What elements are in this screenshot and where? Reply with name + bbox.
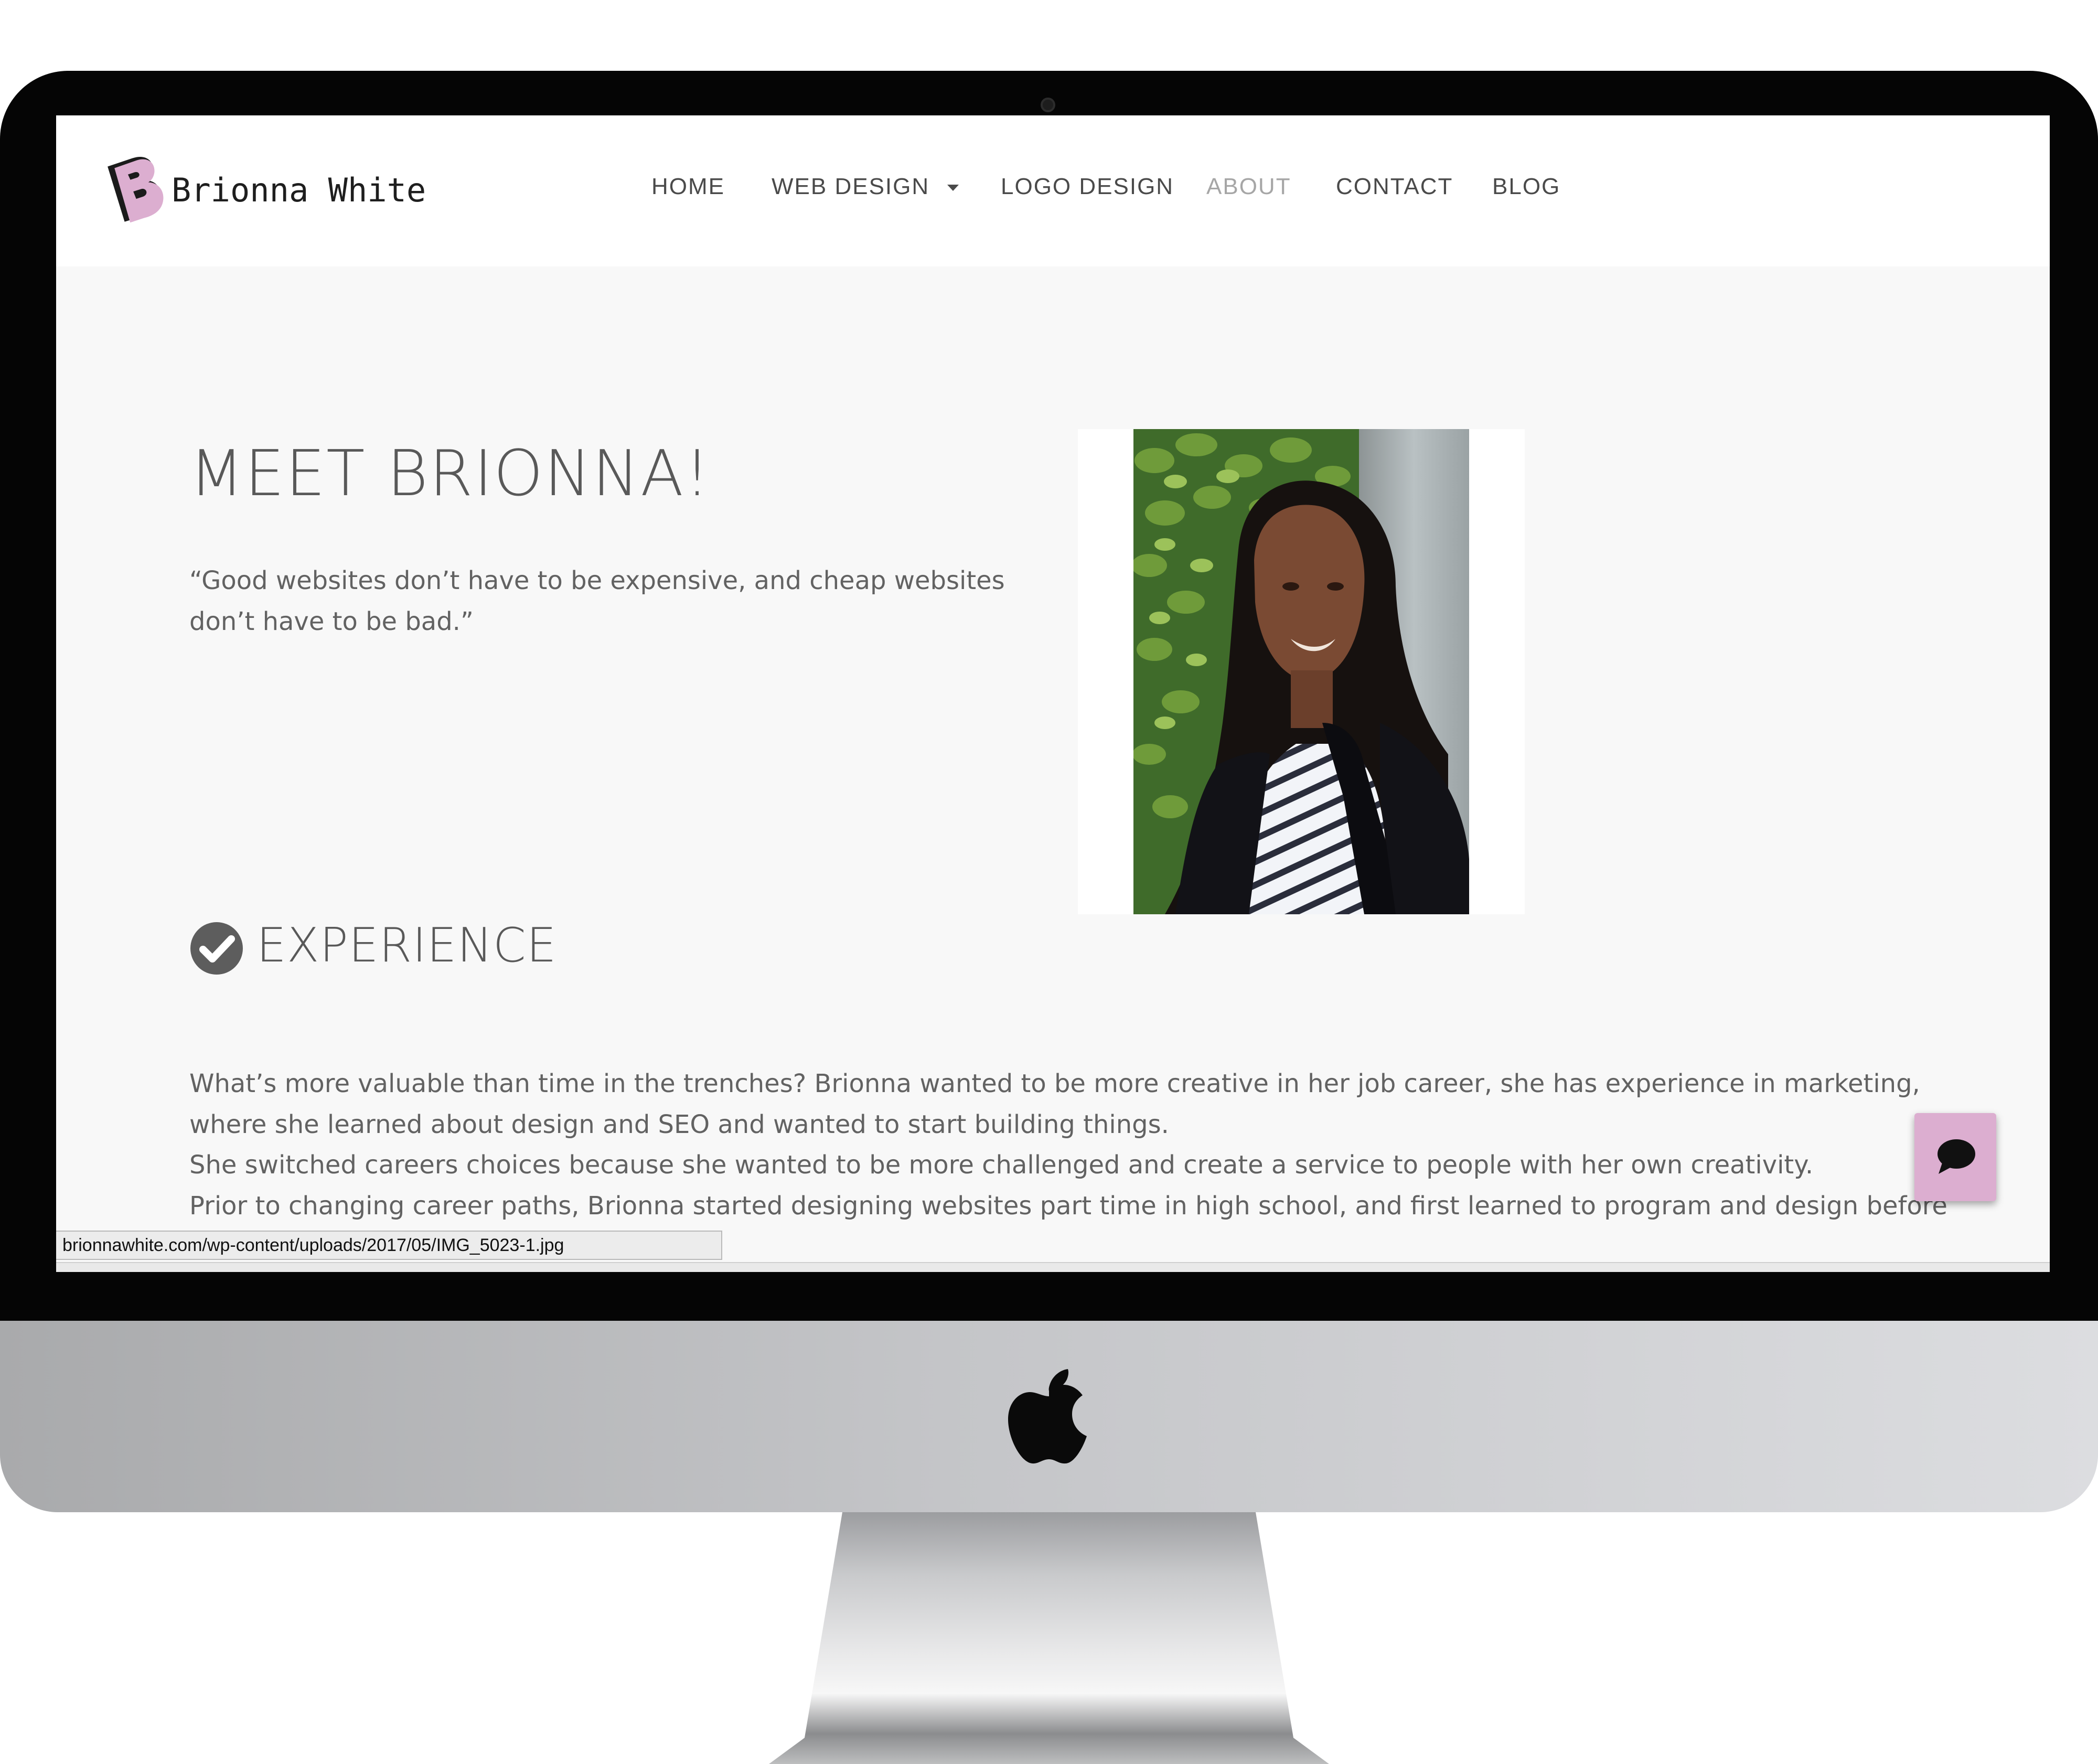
quote-line: “Good websites don’t have to be expensiv… <box>189 566 1005 595</box>
nav-item-logo-design[interactable]: LOGO DESIGN <box>1001 166 1174 208</box>
check-circle-icon <box>190 922 243 975</box>
nav-item-web-design[interactable]: WEB DESIGN <box>772 166 959 208</box>
nav-item-contact[interactable]: CONTACT <box>1336 166 1453 208</box>
experience-heading: EXPERIENCE <box>256 918 557 973</box>
nav-item-label: CONTACT <box>1336 174 1453 199</box>
status-bar-url: brionnawhite.com/wp-content/uploads/2017… <box>56 1231 722 1260</box>
nav-item-home[interactable]: HOME <box>651 166 725 208</box>
experience-line: where she learned about design and SEO a… <box>189 1109 1169 1139</box>
experience-line: Prior to changing career paths, Brionna … <box>189 1191 1947 1221</box>
monitor-stand <box>769 1512 1329 1764</box>
experience-line: She switched careers choices because she… <box>189 1150 1814 1180</box>
browser-viewport: Brionna White HOME WEB DESIGN LOGO DESIG… <box>56 115 2050 1272</box>
experience-text: What’s more valuable than time in the tr… <box>189 1064 1983 1226</box>
chevron-down-icon[interactable] <box>947 185 959 191</box>
apple-logo <box>1008 1369 1087 1464</box>
nav-item-label: LOGO DESIGN <box>1001 174 1174 199</box>
quote-line: don’t have to be bad.” <box>189 607 474 636</box>
camera-icon <box>1041 98 1055 112</box>
site-header: Brionna White HOME WEB DESIGN LOGO DESIG… <box>56 115 2050 266</box>
chat-bubble-icon <box>1938 1139 1975 1174</box>
nav-item-blog[interactable]: BLOG <box>1492 166 1560 208</box>
page-title: MEET BRIONNA! <box>189 437 711 510</box>
nav-item-label: WEB DESIGN <box>772 174 930 199</box>
profile-photo-frame <box>1078 429 1525 914</box>
profile-photo[interactable] <box>1133 429 1469 914</box>
browser-bottom-strip <box>56 1262 2050 1272</box>
chat-button[interactable] <box>1914 1113 1996 1201</box>
nav-item-label: HOME <box>651 174 725 199</box>
main-nav: HOME WEB DESIGN LOGO DESIGN ABOUT CONTAC… <box>56 166 2050 208</box>
experience-line: What’s more valuable than time in the tr… <box>189 1069 1920 1098</box>
nav-item-label: ABOUT <box>1206 174 1291 199</box>
nav-item-label: BLOG <box>1492 174 1561 199</box>
nav-item-about[interactable]: ABOUT <box>1206 166 1291 208</box>
tagline-quote: “Good websites don’t have to be expensiv… <box>189 560 1039 642</box>
